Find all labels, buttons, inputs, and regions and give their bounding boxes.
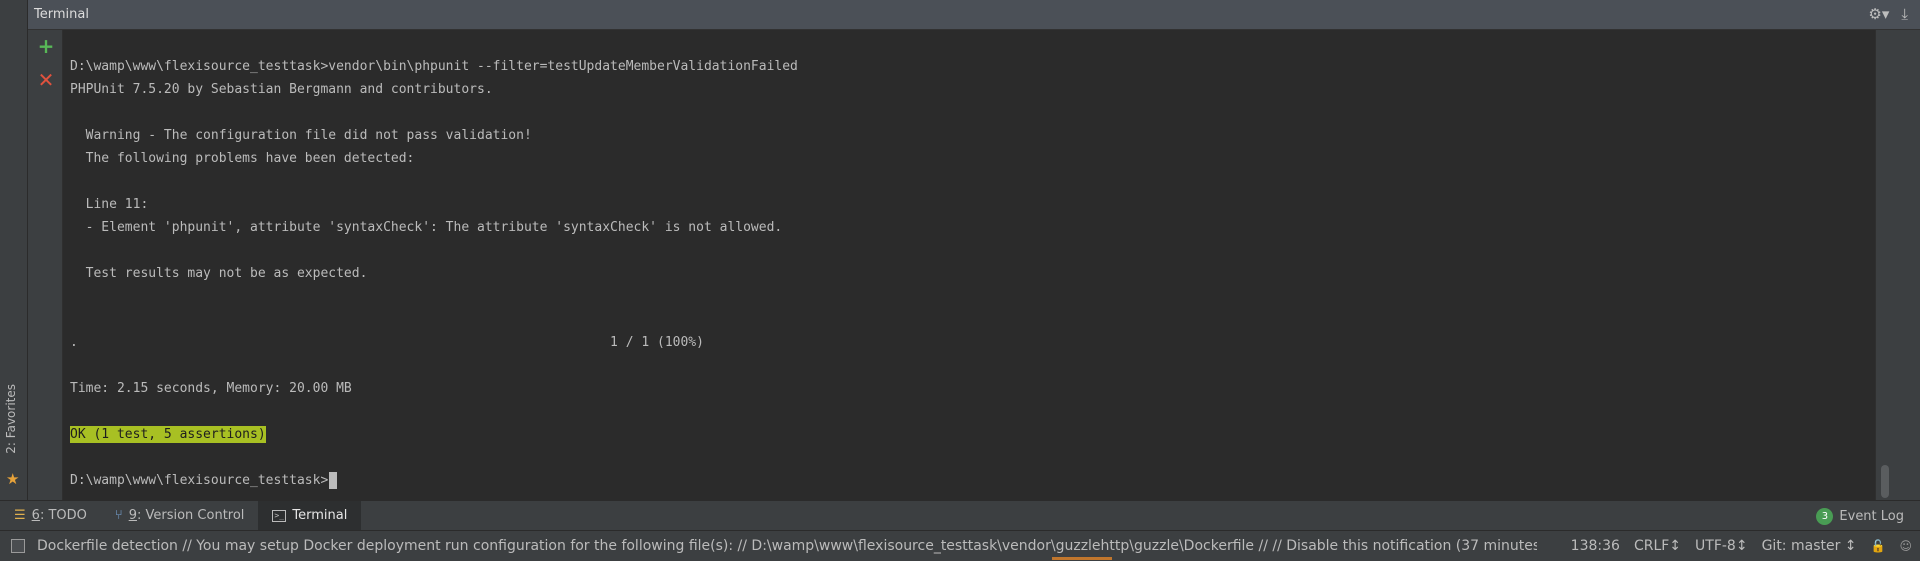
close-icon: ✕: [37, 68, 55, 92]
tool-window-tab-bar: ☰ 6: TODO ⑂ 9: Version Control >_ Termin…: [0, 500, 1920, 531]
left-tool-strip: 2: Favorites ★: [0, 0, 28, 500]
vertical-scrollbar[interactable]: [1875, 30, 1893, 500]
terminal-icon: >_: [272, 509, 287, 522]
terminal-line: Test results may not be as expected.: [70, 266, 368, 281]
scrollbar-thumb[interactable]: [1881, 465, 1889, 498]
plus-icon: +: [37, 34, 55, 58]
event-log-label: Event Log: [1839, 508, 1904, 524]
tab-text: : Version Control: [136, 508, 245, 523]
caret-position[interactable]: 138:36: [1571, 538, 1620, 554]
terminal-line: OK (1 test, 5 assertions): [70, 423, 798, 446]
new-session-button[interactable]: +: [36, 36, 56, 56]
tab-number: 6: [31, 508, 40, 523]
terminal-lines: D:\wamp\www\flexisource_testtask>vendor\…: [70, 55, 798, 492]
title-actions: ⚙▾ ⤓: [1868, 6, 1908, 22]
terminal-toolbar: + ✕: [28, 30, 63, 500]
todo-icon: ☰: [14, 508, 26, 523]
close-session-button[interactable]: ✕: [36, 70, 56, 90]
encoding-selector[interactable]: UTF-8↕: [1695, 538, 1748, 554]
favorites-tab-label[interactable]: 2: Favorites: [4, 384, 18, 454]
tab-label: 9: Version Control: [129, 508, 245, 523]
terminal-prompt-line[interactable]: D:\wamp\www\flexisource_testtask>: [70, 469, 798, 492]
gear-icon[interactable]: ⚙▾: [1868, 6, 1889, 22]
tab-text: : TODO: [39, 508, 87, 523]
tab-terminal[interactable]: >_ Terminal: [258, 500, 362, 531]
test-result-ok: OK (1 test, 5 assertions): [70, 426, 266, 443]
status-notification[interactable]: Dockerfile detection // You may setup Do…: [37, 538, 1537, 554]
terminal-title-bar: Terminal ⚙▾ ⤓: [28, 0, 1920, 30]
terminal-line: PHPUnit 7.5.20 by Sebastian Bergmann and…: [70, 82, 493, 97]
terminal-output[interactable]: D:\wamp\www\flexisource_testtask>vendor\…: [63, 30, 1875, 500]
text-cursor: [329, 472, 338, 489]
tab-number: 9: [128, 508, 137, 523]
status-right-group: 138:36 CRLF↕ UTF-8↕ Git: master ↕ 🔓 ☺: [1571, 531, 1912, 561]
version-control-icon: ⑂: [114, 508, 123, 523]
terminal-line: Time: 2.15 seconds, Memory: 20.00 MB: [70, 381, 352, 396]
terminal-line: . 1 / 1 (100%): [70, 335, 704, 350]
window-title: Terminal: [34, 7, 89, 22]
git-branch-selector[interactable]: Git: master ↕: [1762, 538, 1857, 554]
terminal-prompt: D:\wamp\www\flexisource_testtask>: [70, 473, 329, 488]
hide-panel-icon[interactable]: ⤓: [1901, 6, 1908, 22]
tab-label: 6: TODO: [32, 508, 87, 523]
star-icon[interactable]: ★: [6, 470, 19, 488]
terminal-line: Warning - The configuration file did not…: [70, 128, 532, 143]
tab-todo[interactable]: ☰ 6: TODO: [0, 501, 101, 531]
terminal-line: The following problems have been detecte…: [70, 151, 415, 166]
terminal-line: - Element 'phpunit', attribute 'syntaxCh…: [70, 220, 783, 235]
terminal-line: D:\wamp\www\flexisource_testtask>vendor\…: [70, 59, 798, 74]
terminal-line: Line 11:: [70, 197, 149, 212]
event-count-badge: 3: [1816, 507, 1834, 525]
toggle-tool-windows-icon[interactable]: [11, 538, 25, 553]
status-bar: Dockerfile detection // You may setup Do…: [0, 530, 1920, 560]
lock-icon[interactable]: 🔓: [1871, 539, 1886, 553]
line-separator-selector[interactable]: CRLF↕: [1634, 538, 1681, 554]
tab-version-control[interactable]: ⑂ 9: Version Control: [101, 501, 259, 531]
event-log-button[interactable]: 3 Event Log: [1816, 501, 1904, 531]
tab-text: Terminal: [292, 508, 348, 523]
inspector-icon[interactable]: ☺: [1899, 539, 1912, 553]
